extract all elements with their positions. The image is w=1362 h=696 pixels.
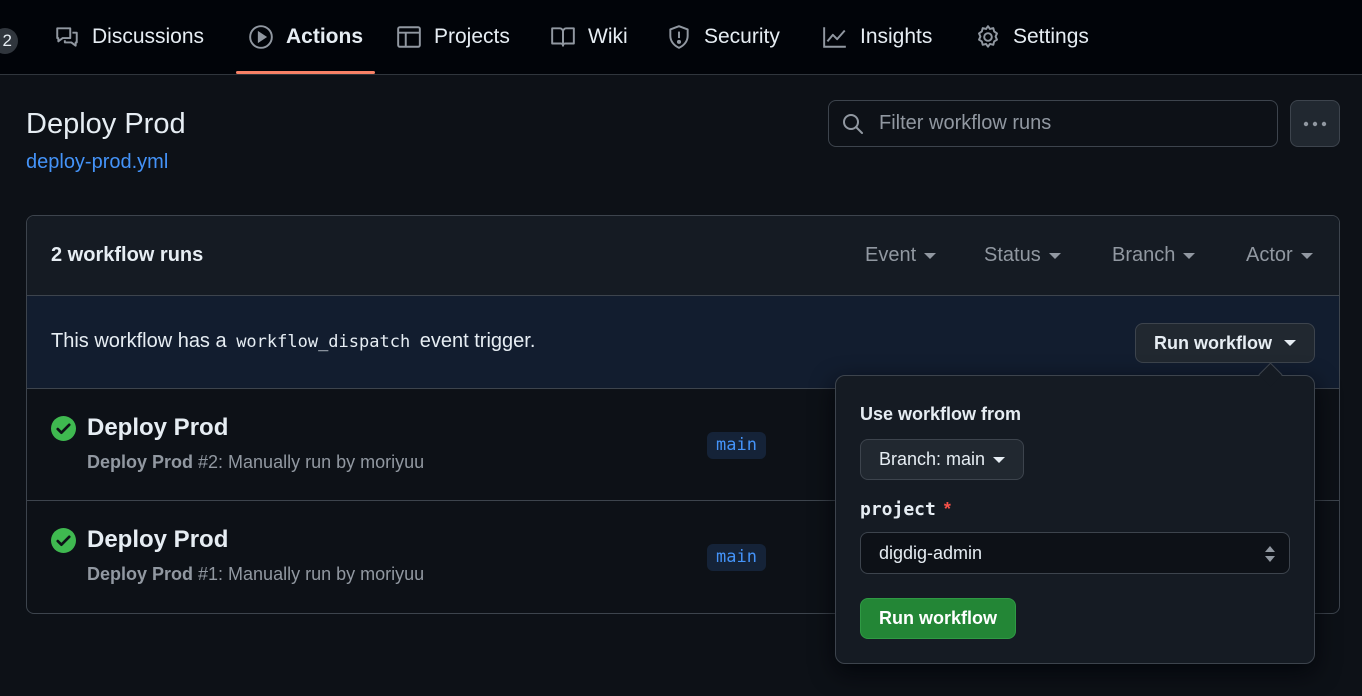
run-workflow-name: Deploy Prod <box>87 452 194 472</box>
run-workflow-popover: Use workflow from Branch: main project * … <box>835 375 1315 664</box>
dispatch-message: This workflow has a workflow_dispatch ev… <box>51 330 535 353</box>
actor-filter-dropdown[interactable]: Actor <box>1246 244 1313 267</box>
branch-filter-label: Branch <box>1112 244 1176 266</box>
branch-tag[interactable]: main <box>707 544 766 571</box>
tab-label: Settings <box>1013 25 1089 48</box>
workflow-file-link[interactable]: deploy-prod.yml <box>26 151 168 174</box>
caret-down-icon <box>1300 252 1313 259</box>
tab-settings[interactable]: Settings <box>975 0 1089 74</box>
check-circle-icon <box>51 416 76 441</box>
run-description: #1: Manually run by moriyuu <box>193 564 425 584</box>
run-description: #2: Manually run by moriyuu <box>193 452 425 472</box>
tab-security[interactable]: Security <box>666 0 780 74</box>
select-updown-icon <box>1265 546 1275 562</box>
gear-icon <box>978 25 998 48</box>
count-badge: 2 <box>0 28 18 54</box>
tab-label: Discussions <box>92 25 205 48</box>
search-icon <box>843 113 863 134</box>
project-label-text: project <box>860 499 936 520</box>
runs-header: 2 workflow runs Event Status Branch Acto… <box>27 216 1339 296</box>
dispatch-suffix: event trigger. <box>419 330 536 352</box>
tab-wiki[interactable]: Wiki <box>550 0 628 74</box>
caret-down-icon <box>993 456 1006 463</box>
book-icon <box>551 27 575 47</box>
branch-select-label: Branch: main <box>879 449 986 469</box>
repo-nav: 2 Discussions Actions Projects Wiki Secu… <box>0 0 1362 75</box>
run-title[interactable]: Deploy Prod <box>87 414 228 442</box>
run-title[interactable]: Deploy Prod <box>87 526 228 554</box>
kebab-horizontal-icon <box>1303 121 1327 126</box>
branch-select-button[interactable]: Branch: main <box>860 439 1025 480</box>
tab-label: Actions <box>286 25 364 48</box>
caret-down-icon <box>924 252 937 259</box>
run-workflow-dropdown-button[interactable]: Run workflow <box>1135 323 1315 363</box>
page-title: Deploy Prod <box>26 108 186 140</box>
required-asterisk: * <box>943 499 951 519</box>
tab-label: Projects <box>434 25 510 48</box>
dispatch-prefix: This workflow has a <box>51 330 227 352</box>
caret-down-icon <box>1183 252 1196 259</box>
graph-icon <box>823 27 846 48</box>
run-subtitle: Deploy Prod #1: Manually run by moriyuu <box>87 564 424 585</box>
shield-icon <box>669 25 689 49</box>
use-workflow-from-label: Use workflow from <box>860 404 1022 424</box>
more-options-button[interactable] <box>1290 100 1340 147</box>
event-filter-dropdown[interactable]: Event <box>865 244 937 267</box>
tab-label: Insights <box>860 25 933 48</box>
filter-runs-field[interactable] <box>828 100 1278 147</box>
branch-filter-dropdown[interactable]: Branch <box>1112 244 1196 267</box>
status-filter-label: Status <box>984 244 1041 266</box>
tab-discussions[interactable]: Discussions <box>54 0 204 74</box>
project-input-label: project * <box>860 499 951 520</box>
run-workflow-label: Run workflow <box>1154 332 1272 353</box>
tab-label: Wiki <box>588 25 628 48</box>
status-filter-dropdown[interactable]: Status <box>984 244 1061 267</box>
caret-down-icon <box>1048 252 1061 259</box>
tab-actions[interactable]: Actions <box>235 0 376 74</box>
tab-insights[interactable]: Insights <box>822 0 932 74</box>
tab-label: Security <box>704 25 780 48</box>
run-subtitle: Deploy Prod #2: Manually run by moriyuu <box>87 452 424 473</box>
filter-runs-input[interactable] <box>877 111 1261 136</box>
project-select-value: digdig-admin <box>879 542 983 563</box>
project-select[interactable]: digdig-admin <box>860 532 1290 574</box>
tab-projects[interactable]: Projects <box>396 0 510 74</box>
event-filter-label: Event <box>865 244 917 266</box>
caret-down-icon <box>1284 340 1296 346</box>
table-icon <box>397 26 421 48</box>
run-workflow-submit-button[interactable]: Run workflow <box>860 598 1016 639</box>
branch-tag[interactable]: main <box>707 432 766 459</box>
dispatch-code: workflow_dispatch <box>236 332 411 352</box>
runs-count: 2 workflow runs <box>51 244 204 266</box>
run-workflow-name: Deploy Prod <box>87 564 194 584</box>
play-icon <box>249 25 273 49</box>
comment-discussion-icon <box>56 27 78 47</box>
check-circle-icon <box>51 528 76 553</box>
actor-filter-label: Actor <box>1246 244 1293 266</box>
